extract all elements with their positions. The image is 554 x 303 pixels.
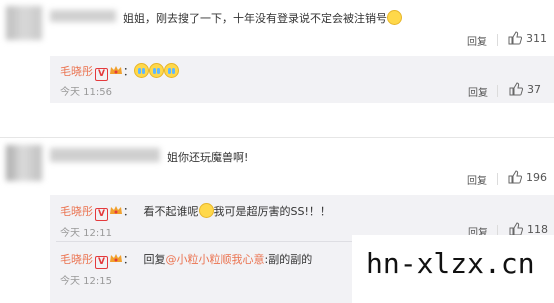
watermark: hn-xlzx.cn — [352, 235, 554, 303]
thumbs-up-icon — [508, 170, 522, 184]
like-button[interactable]: 196 — [508, 170, 547, 184]
comment-separator — [0, 137, 554, 138]
blurred-username[interactable] — [50, 148, 160, 162]
mention-link[interactable]: @小粒小粒顺我心意 — [166, 253, 265, 266]
crying-emoji-icon — [164, 63, 179, 78]
reply-button[interactable]: 回复 — [467, 33, 487, 48]
like-button[interactable]: 311 — [508, 31, 547, 45]
timestamp: 今天 12:11 — [60, 228, 112, 239]
crying-emoji-icon — [134, 63, 149, 78]
smile-emoji-icon — [387, 10, 402, 25]
thumbs-up-icon — [509, 82, 523, 96]
like-count: 37 — [527, 82, 541, 96]
divider — [497, 34, 498, 46]
like-count: 311 — [526, 31, 547, 45]
verified-v-icon: V — [95, 208, 108, 221]
avatar[interactable] — [6, 145, 42, 181]
like-button[interactable]: 37 — [509, 82, 541, 96]
verified-v-icon: V — [95, 256, 108, 269]
thumbs-up-icon — [509, 222, 523, 236]
reply-nickname[interactable]: 毛晓彤 — [60, 253, 93, 266]
like-count: 118 — [527, 222, 548, 236]
smile-emoji-icon — [198, 203, 214, 218]
watermark-text: hn-xlzx.cn — [366, 247, 535, 280]
timestamp: 今天 11:56 — [60, 87, 112, 98]
like-button[interactable]: 118 — [509, 222, 548, 236]
comment-text: 姐姐，刚去搜了一下，十年没有登录说不定会被注销号 — [123, 10, 402, 26]
crying-emoji-icon — [149, 63, 164, 78]
thumbs-up-icon — [508, 31, 522, 45]
reply-nickname[interactable]: 毛晓彤 — [60, 65, 93, 78]
crown-badge-icon — [110, 254, 122, 262]
divider — [497, 173, 498, 185]
reply-button[interactable]: 回复 — [467, 172, 487, 187]
reply-line: 毛晓彤 V： 回复@小粒小粒顺我心意:副的副的 — [60, 253, 313, 269]
reply-line: 毛晓彤 V： 看不起谁呢 我可是超厉害的SS!！！ — [60, 203, 331, 221]
verified-v-icon: V — [95, 68, 108, 81]
crown-badge-icon — [110, 66, 122, 74]
reply-line: 毛晓彤 V： — [60, 63, 179, 81]
like-count: 196 — [526, 170, 547, 184]
crown-badge-icon — [110, 206, 122, 214]
blurred-username[interactable] — [50, 10, 116, 22]
reply-nickname[interactable]: 毛晓彤 — [60, 205, 93, 218]
avatar[interactable] — [6, 6, 42, 40]
reply-button[interactable]: 回复 — [468, 84, 488, 99]
divider — [497, 85, 498, 97]
comment-text: 姐你还玩魔兽啊! — [167, 151, 249, 164]
timestamp: 今天 12:15 — [60, 276, 112, 287]
